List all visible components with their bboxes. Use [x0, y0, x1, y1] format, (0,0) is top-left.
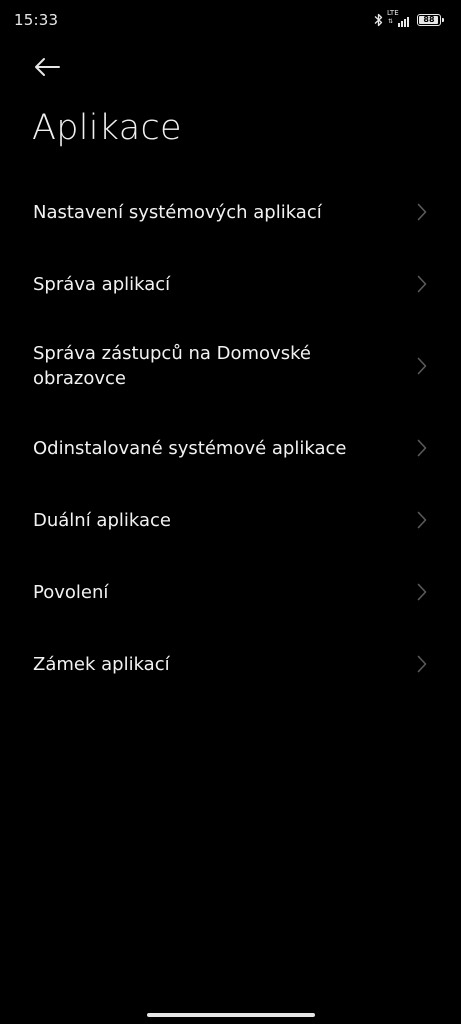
data-arrows-icon: ⇅	[388, 18, 394, 25]
bluetooth-icon	[374, 13, 383, 27]
menu-item-label: Odinstalované systémové aplikace	[33, 437, 347, 459]
menu-item-dual-apps[interactable]: Duální aplikace	[0, 484, 461, 556]
status-icons: LTE ⇅ 88	[374, 9, 444, 29]
menu-item-label: Správa zástupců na Domovské obrazovce	[33, 343, 311, 389]
chevron-right-icon	[417, 203, 427, 221]
chevron-right-icon	[417, 655, 427, 673]
menu-item-uninstalled-system-apps[interactable]: Odinstalované systémové aplikace	[0, 412, 461, 484]
battery-icon: 88	[417, 14, 444, 26]
chevron-right-icon	[417, 439, 427, 457]
back-button[interactable]	[30, 52, 64, 82]
menu-item-label: Nastavení systémových aplikací	[33, 201, 322, 223]
menu-item-permissions[interactable]: Povolení	[0, 556, 461, 628]
menu-item-home-screen-shortcuts[interactable]: Správa zástupců na Domovské obrazovce	[0, 320, 461, 412]
chevron-right-icon	[417, 511, 427, 529]
menu-item-label: Zámek aplikací	[33, 653, 170, 675]
menu-item-app-lock[interactable]: Zámek aplikací	[0, 628, 461, 700]
menu-item-system-app-settings[interactable]: Nastavení systémových aplikací	[0, 176, 461, 248]
menu-item-label: Povolení	[33, 581, 109, 603]
menu-item-label: Správa aplikací	[33, 273, 171, 295]
battery-level: 88	[423, 15, 435, 24]
back-arrow-icon	[35, 58, 60, 76]
page-title: Aplikace	[32, 108, 182, 148]
signal-bars	[398, 17, 409, 27]
menu-item-label: Duální aplikace	[33, 509, 171, 531]
chevron-right-icon	[417, 583, 427, 601]
home-indicator[interactable]	[147, 1013, 315, 1017]
chevron-right-icon	[417, 357, 427, 375]
status-bar: 15:33 LTE ⇅ 88	[0, 0, 461, 42]
status-time: 15:33	[14, 11, 59, 29]
menu-item-manage-apps[interactable]: Správa aplikací	[0, 248, 461, 320]
cellular-signal-icon: LTE ⇅	[387, 9, 409, 29]
network-type-label: LTE	[387, 9, 399, 17]
chevron-right-icon	[417, 275, 427, 293]
